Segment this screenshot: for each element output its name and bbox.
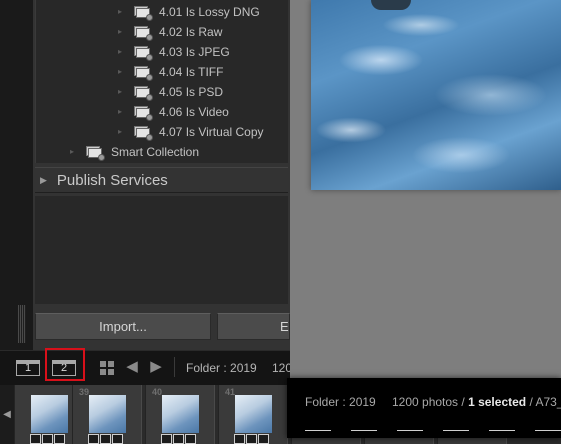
source-folder-label[interactable]: Folder : 2019 — [186, 361, 257, 375]
collection-label: 4.03 Is JPEG — [159, 45, 230, 59]
main-photo — [311, 0, 561, 190]
info-file-text: / A73_20 — [529, 395, 561, 409]
thumbnail[interactable] — [162, 395, 199, 433]
collection-icon — [134, 85, 153, 101]
collection-item[interactable]: ▸ 4.05 Is PSD — [118, 82, 223, 102]
panel-scrollbar[interactable] — [16, 0, 28, 350]
disclosure-triangle-icon[interactable]: ▸ — [118, 88, 126, 96]
collection-label: 4.04 Is TIFF — [159, 65, 224, 79]
image-view[interactable] — [290, 0, 561, 378]
highlight-box — [45, 348, 85, 381]
collection-set-icon — [86, 145, 105, 161]
disclosure-triangle-icon[interactable]: ▸ — [118, 48, 126, 56]
photo-count-label: 120 — [272, 361, 290, 375]
collection-icon — [134, 5, 153, 21]
smart-collection-set[interactable]: ▸ Smart Collection — [70, 142, 199, 162]
collection-item[interactable]: ▸ 4.03 Is JPEG — [118, 42, 230, 62]
disclosure-triangle-icon[interactable]: ▸ — [118, 68, 126, 76]
filmstrip-scroll-left-icon[interactable]: ◀ — [0, 385, 14, 444]
collection-label: 4.06 Is Video — [159, 105, 229, 119]
publish-services-label: Publish Services — [56, 171, 168, 189]
import-button[interactable]: Import... — [35, 313, 211, 340]
grid-view-icon[interactable] — [100, 361, 114, 375]
disclosure-triangle-icon[interactable]: ▸ — [118, 108, 126, 116]
info-selected-text: 1 selected — [468, 395, 527, 409]
cell-number: 39 — [79, 387, 90, 397]
collection-item[interactable]: ▸ 4.04 Is TIFF — [118, 62, 223, 82]
thumbnail-badges — [234, 434, 269, 444]
collection-label: 4.02 Is Raw — [159, 25, 223, 39]
disclosure-triangle-icon[interactable]: ▸ — [118, 128, 126, 136]
collection-item[interactable]: ▸ 4.01 Is Lossy DNG — [118, 2, 260, 22]
filmstrip-cell[interactable]: 41 — [218, 385, 288, 444]
collection-item[interactable]: ▸ 4.07 Is Virtual Copy — [118, 122, 264, 142]
collection-icon — [134, 25, 153, 41]
smart-collection-label: Smart Collection — [111, 145, 200, 159]
filmstrip-cell[interactable]: 39 — [72, 385, 142, 444]
collections-tree: ▸ 4.01 Is Lossy DNG ▸ 4.02 Is Raw ▸ 4.03… — [35, 0, 288, 163]
thumbnail[interactable] — [235, 395, 272, 433]
filmstrip-cell[interactable]: 40 — [145, 385, 215, 444]
info-folder-label: Folder : 2019 — [305, 395, 376, 409]
collection-icon — [134, 65, 153, 81]
collection-icon — [134, 105, 153, 121]
next-arrow-icon[interactable]: ▶ — [148, 359, 164, 375]
info-badges-row — [287, 430, 561, 438]
collection-item[interactable]: ▸ 4.06 Is Video — [118, 102, 229, 122]
collection-label: 4.05 Is PSD — [159, 85, 224, 99]
toolbar-divider — [174, 357, 175, 377]
thumbnail-badges — [161, 434, 196, 444]
collection-item[interactable]: ▸ 4.02 Is Raw — [118, 22, 222, 42]
publish-services-body — [35, 196, 288, 304]
info-photos-text: 1200 photos / — [392, 395, 465, 409]
thumbnail[interactable] — [89, 395, 126, 433]
previous-arrow-icon[interactable]: ◀ — [124, 359, 140, 375]
thumbnail-badges — [88, 434, 123, 444]
disclosure-triangle-icon[interactable]: ▸ — [118, 8, 126, 16]
main-window-button[interactable]: 1 — [16, 360, 40, 376]
thumbnail-badges — [30, 434, 65, 444]
cell-number: 40 — [152, 387, 163, 397]
publish-services-header[interactable]: ▶ Publish Services — [35, 167, 288, 193]
export-button[interactable]: E — [217, 313, 290, 340]
disclosure-triangle-icon[interactable]: ▸ — [70, 148, 78, 156]
cell-number: 41 — [225, 387, 236, 397]
collection-icon — [134, 125, 153, 141]
collection-label: 4.01 Is Lossy DNG — [159, 5, 260, 19]
scrollbar-grip[interactable] — [18, 305, 26, 343]
disclosure-triangle-icon[interactable]: ▸ — [118, 28, 126, 36]
secondary-window-info: Folder : 2019 1200 photos / 1 selected /… — [287, 378, 561, 438]
disclosure-triangle-icon[interactable]: ▶ — [40, 175, 47, 186]
thumbnail[interactable] — [31, 395, 68, 433]
info-count-line: 1200 photos / 1 selected / A73_20 — [392, 395, 561, 409]
collection-icon — [134, 45, 153, 61]
collection-label: 4.07 Is Virtual Copy — [159, 125, 264, 139]
